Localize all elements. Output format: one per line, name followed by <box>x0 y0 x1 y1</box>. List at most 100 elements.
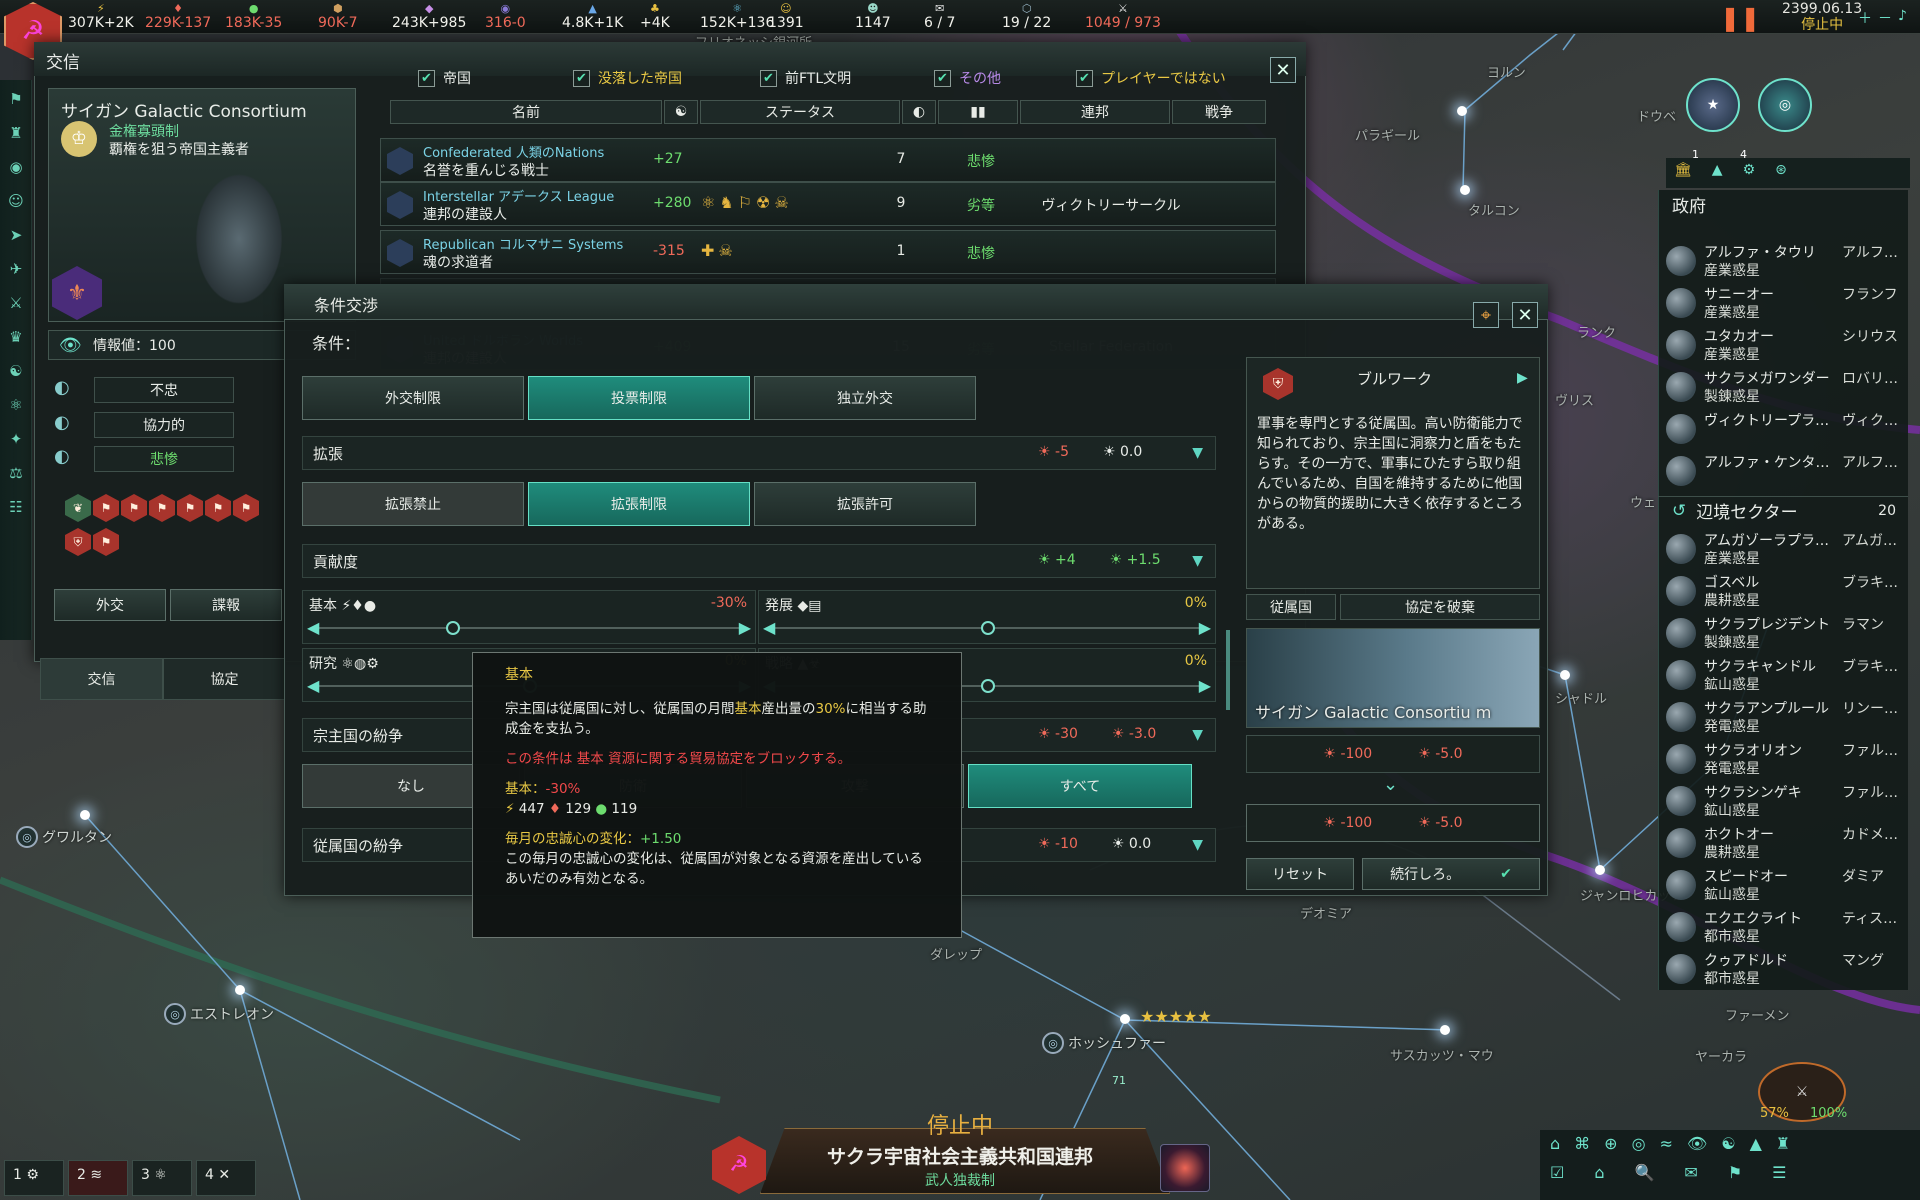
resource-pops[interactable]: ☻ 1147 <box>855 3 891 32</box>
resource-stability[interactable]: ☺ 1391 <box>768 3 804 32</box>
close-diplomacy-button[interactable]: ✕ <box>1270 57 1296 83</box>
relation-icon[interactable]: ⚑ <box>233 494 259 522</box>
map-label[interactable]: ドウベ <box>1637 106 1676 125</box>
map-label[interactable]: ヨルン <box>1487 62 1526 81</box>
col-status[interactable]: ステータス <box>700 100 900 124</box>
mapmode-icon[interactable]: ♜ <box>1776 1134 1790 1153</box>
slider-knob[interactable] <box>445 621 460 635</box>
slider-left-arrow-icon[interactable]: ◀ <box>307 676 319 695</box>
relation-icon[interactable]: ⚑ <box>93 494 119 522</box>
fleet-stars-icon[interactable]: ★★★★★ <box>1140 1007 1212 1026</box>
checkbox[interactable]: ✔ <box>760 69 777 87</box>
col-war[interactable]: 戦争 <box>1172 100 1266 124</box>
checkbox[interactable]: ✔ <box>573 69 590 87</box>
planet-item[interactable]: サクラオリオン ファル… 発電惑星 <box>1662 738 1908 780</box>
chevron-down-icon[interactable]: ▼ <box>1192 837 1203 853</box>
diplomacy-button[interactable]: 外交 <box>54 589 166 621</box>
espionage-button[interactable]: 諜報 <box>170 589 282 621</box>
map-label[interactable]: シャドル <box>1555 688 1607 707</box>
control-group-4[interactable]: 4 ✕ <box>196 1160 256 1196</box>
checkbox[interactable]: ✔ <box>934 69 951 87</box>
filter-checkbox[interactable]: ✔ 前FTL文明 <box>760 68 851 88</box>
resource-slider[interactable]: 発展 ◆▤ 0% ◀ ▶ <box>758 590 1216 644</box>
control-group-3[interactable]: 3 ⚛ <box>132 1160 192 1196</box>
resource-energy[interactable]: ⚡ 307K+2K <box>68 3 134 32</box>
option-vote-restricted[interactable]: 投票制限 <box>528 376 750 420</box>
situation-icon[interactable]: ♜ <box>4 124 28 148</box>
map-label[interactable]: タルコン <box>1468 200 1520 219</box>
diplomacy-icon[interactable]: ☯ <box>4 362 28 386</box>
planet-item[interactable]: サクラキャンドル ブラキ… 鉱山惑星 <box>1662 654 1908 696</box>
leaders-icon[interactable]: ♛ <box>4 328 28 352</box>
planet-item[interactable]: サクラアンプルール リンー… 発電惑星 <box>1662 696 1908 738</box>
slider-knob[interactable] <box>981 679 995 693</box>
planet-item[interactable]: サニーオー フランフ 産業惑星 <box>1662 282 1908 324</box>
attitude-row[interactable]: ◐ 不忠 <box>54 376 254 404</box>
control-group-2[interactable]: 2 ≋ <box>68 1160 128 1196</box>
government-type[interactable]: 金権寡頭制 <box>109 121 179 141</box>
galaxy-overview-icon[interactable]: ◎ <box>1758 78 1812 132</box>
planet-item[interactable]: ヴィクトリープラ… ヴィク… <box>1662 408 1908 450</box>
resource-alloys[interactable]: ◆ 243K+985 <box>392 3 466 32</box>
species-icon[interactable]: ☺ <box>4 192 28 216</box>
slider-right-arrow-icon[interactable]: ▶ <box>1199 676 1211 695</box>
col-name[interactable]: 名前 <box>390 100 662 124</box>
flag-icon[interactable]: ⚑ <box>1728 1163 1742 1182</box>
option-wars-all[interactable]: すべて <box>968 764 1192 808</box>
option-diplo-restricted[interactable]: 外交制限 <box>302 376 524 420</box>
tab-cancel-agreement[interactable]: 協定を破棄 <box>1340 594 1540 620</box>
relation-icon[interactable]: ⚑ <box>149 494 175 522</box>
system-estoreon[interactable]: ◎ エストレオン <box>164 1003 274 1025</box>
research-icon[interactable]: ⚛ <box>4 396 28 420</box>
mapmode-icon[interactable]: ◎ <box>1632 1134 1646 1153</box>
mapmode-icon[interactable]: 👁 <box>1687 1134 1707 1153</box>
military-icon[interactable]: ⚔ <box>4 294 28 318</box>
option-expansion-banned[interactable]: 拡張禁止 <box>302 482 524 526</box>
filter-checkbox[interactable]: ✔ その他 <box>934 68 1001 88</box>
slider-left-arrow-icon[interactable]: ◀ <box>307 618 319 637</box>
contacts-icon[interactable]: ⚑ <box>4 90 28 114</box>
option-expansion-allowed[interactable]: 拡張許可 <box>754 482 976 526</box>
mapmode-icon[interactable]: ⌂ <box>1550 1134 1560 1153</box>
fleet-locate-button[interactable]: ⌖ <box>1473 302 1499 328</box>
market-icon[interactable]: ⚖ <box>4 464 28 488</box>
tab-communications[interactable]: 交信 <box>40 658 163 700</box>
resource-consumer-goods[interactable]: ⬢ 90K-7 <box>318 3 357 32</box>
resource-unity[interactable]: ▲ 4.8K+1K <box>562 3 623 32</box>
fleet-count[interactable]: 71 <box>1112 1074 1126 1087</box>
planet-item[interactable]: スピードオー ダミア 鉱山惑星 <box>1662 864 1908 906</box>
slider-right-arrow-icon[interactable]: ▶ <box>1199 618 1211 637</box>
resource-amenities[interactable]: ♣ +4K <box>640 3 670 32</box>
planets-icon[interactable]: ◉ <box>4 158 28 182</box>
planet-item[interactable]: ゴスベル ブラキ… 農耕惑星 <box>1662 570 1908 612</box>
filter-checkbox[interactable]: ✔ 帝国 <box>418 68 471 88</box>
map-label[interactable]: デオミア <box>1300 903 1352 922</box>
proceed-button[interactable]: 続行しろ。 ✔ <box>1362 858 1540 890</box>
frontier-header[interactable]: ↺ 辺境セクター 20 <box>1658 496 1908 524</box>
checkbox[interactable]: ✔ <box>418 69 435 87</box>
speed-down-icon[interactable]: － <box>1878 8 1892 28</box>
government-header[interactable]: 政府 <box>1658 190 1908 218</box>
mapmode-icon[interactable]: ≈ <box>1660 1134 1673 1153</box>
system-hosshufaa[interactable]: ◎ ホッシュファー <box>1042 1032 1166 1054</box>
close-terms-button[interactable]: ✕ <box>1512 302 1538 328</box>
relation-icon[interactable]: ⚑ <box>121 494 147 522</box>
zoom-icon[interactable]: 🔍 <box>1635 1163 1655 1182</box>
planet-item[interactable]: ユタカオー シリウス 産業惑星 <box>1662 324 1908 366</box>
music-icon[interactable]: ♪ <box>1898 8 1907 24</box>
fleets-tab-icon[interactable]: ▲ <box>1712 162 1723 184</box>
settings-tab-icon[interactable]: ⚙ <box>1743 162 1756 184</box>
relation-icon[interactable]: ⚑ <box>177 494 203 522</box>
slider-left-arrow-icon[interactable]: ◀ <box>763 618 775 637</box>
control-group-1[interactable]: 1 ⚙ <box>4 1160 64 1196</box>
col-power-icon[interactable]: ▮▮ <box>938 100 1018 124</box>
map-label[interactable]: ダレップ <box>930 944 982 963</box>
slider-track[interactable]: ◀▶ <box>763 618 1211 637</box>
planet-item[interactable]: アルファ・ケンタ… アルフ… <box>1662 450 1908 492</box>
reset-button[interactable]: リセット <box>1246 858 1354 890</box>
checkbox[interactable]: ✔ <box>1076 69 1093 87</box>
planets-tab-icon[interactable]: ⊛ <box>1775 162 1787 184</box>
policies-icon[interactable]: ☷ <box>4 498 28 522</box>
planet-item[interactable]: サクラメガワンダー ロバリ… 製錬惑星 <box>1662 366 1908 408</box>
resource-systems[interactable]: ⬡ 19 / 22 <box>1002 3 1051 32</box>
